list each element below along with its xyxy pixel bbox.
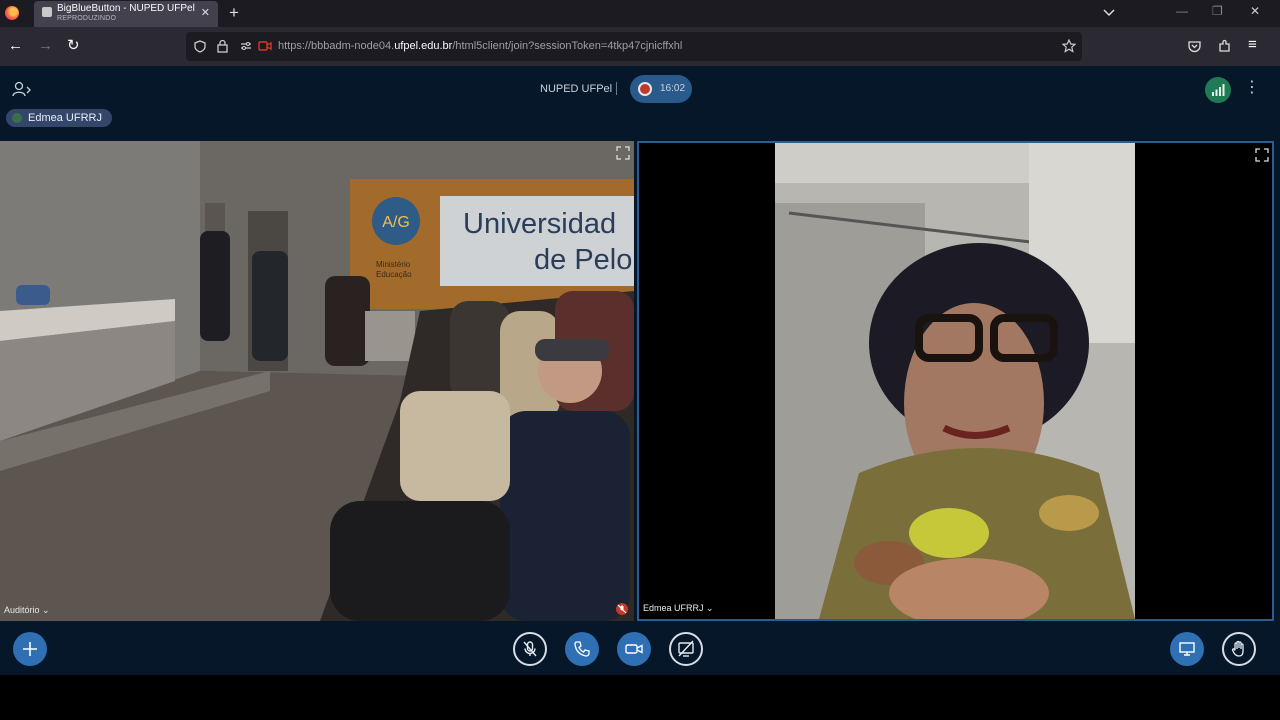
- video-label[interactable]: Auditório ⌄: [4, 605, 50, 616]
- permissions-icon[interactable]: [240, 41, 252, 51]
- forward-icon[interactable]: →: [38, 38, 53, 53]
- shield-icon[interactable]: [194, 40, 206, 53]
- video-tile-edmea[interactable]: Edmea UFRRJ ⌄: [637, 141, 1274, 621]
- url-text[interactable]: https://bbbadm-node04.ufpel.edu.br/html5…: [278, 40, 682, 52]
- presentation-button[interactable]: [1170, 632, 1204, 666]
- video-tile-auditorio[interactable]: A/G Universidad de Pelo Ministério Educa…: [0, 141, 634, 621]
- tab-title: BigBlueButton - NUPED UFPel: [57, 3, 195, 14]
- pocket-icon[interactable]: [1188, 40, 1201, 53]
- auditorium-video-feed: A/G Universidad de Pelo Ministério Educa…: [0, 141, 634, 621]
- list-all-tabs-icon[interactable]: [1103, 6, 1115, 18]
- muted-mic-icon: [616, 603, 628, 615]
- raise-hand-icon: [1231, 640, 1244, 657]
- recording-time: 16:02: [660, 83, 686, 94]
- microphone-off-icon: [523, 641, 537, 657]
- leave-audio-button[interactable]: [565, 632, 599, 666]
- browser-nav-bar: ← → ↻ https://bbbadm-node04.ufpel.edu.br…: [0, 27, 1280, 66]
- ministry-line-1: Ministério: [376, 260, 411, 269]
- favicon-icon: [42, 7, 52, 17]
- talking-name: Edmea UFRRJ: [28, 112, 102, 124]
- screenshare-off-icon: [678, 640, 694, 657]
- actions-button[interactable]: [13, 632, 47, 666]
- browser-tab-bar: BigBlueButton - NUPED UFPel REPRODUZINDO…: [0, 0, 1280, 27]
- toggle-user-list-icon[interactable]: [12, 81, 32, 97]
- recording-indicator[interactable]: 16:02: [630, 75, 692, 103]
- presentation-icon: [1179, 642, 1195, 656]
- extensions-icon[interactable]: [1218, 39, 1232, 53]
- meeting-name: NUPED UFPel: [540, 83, 613, 95]
- reload-icon[interactable]: ↻: [67, 38, 80, 53]
- camera-icon: [625, 644, 643, 654]
- restore-icon[interactable]: ❐: [1212, 4, 1223, 18]
- minimize-icon[interactable]: —: [1176, 4, 1188, 18]
- bookmark-star-icon[interactable]: [1062, 39, 1076, 53]
- camera-sharing-icon[interactable]: [258, 40, 272, 52]
- video-label[interactable]: Edmea UFRRJ ⌄: [643, 603, 714, 614]
- options-menu-icon[interactable]: ⋮: [1244, 80, 1260, 96]
- signal-bars-icon: [1212, 84, 1225, 96]
- bbb-app: NUPED UFPel 16:02 ⋮ Edmea UFRRJ A/G Univ…: [0, 66, 1280, 675]
- tab-close-icon[interactable]: ✕: [201, 6, 210, 19]
- sign-line-1: Universidad: [463, 208, 616, 240]
- record-icon: [638, 82, 652, 96]
- fullscreen-icon[interactable]: [616, 146, 630, 160]
- firefox-logo-icon: [5, 6, 19, 20]
- sign-line-2: de Pelo: [534, 244, 632, 276]
- share-webcam-button[interactable]: [617, 632, 651, 666]
- back-icon[interactable]: ←: [8, 38, 23, 53]
- url-bar[interactable]: https://bbbadm-node04.ufpel.edu.br/html5…: [186, 32, 1082, 61]
- talking-mic-icon: [12, 113, 22, 123]
- phone-icon: [574, 641, 590, 657]
- new-tab-icon[interactable]: +: [229, 3, 239, 23]
- close-window-icon[interactable]: ✕: [1250, 4, 1260, 18]
- lock-icon[interactable]: [217, 39, 228, 53]
- unmute-button[interactable]: [513, 632, 547, 666]
- header-divider: [616, 82, 617, 95]
- tab-audio-status: REPRODUZINDO: [57, 15, 117, 22]
- browser-tab[interactable]: BigBlueButton - NUPED UFPel REPRODUZINDO…: [34, 1, 218, 27]
- connection-status-button[interactable]: [1205, 77, 1231, 103]
- ministry-line-2: Educação: [376, 270, 412, 279]
- fullscreen-icon[interactable]: [1255, 148, 1269, 162]
- action-bar: [0, 621, 1280, 675]
- plus-icon: [23, 642, 37, 656]
- share-screen-button[interactable]: [669, 632, 703, 666]
- raise-hand-button[interactable]: [1222, 632, 1256, 666]
- hamburger-menu-icon[interactable]: ≡: [1248, 37, 1257, 52]
- speaker-video-feed: [639, 143, 1272, 619]
- logo-text: A/G: [382, 214, 410, 231]
- talking-indicator[interactable]: Edmea UFRRJ: [6, 109, 112, 127]
